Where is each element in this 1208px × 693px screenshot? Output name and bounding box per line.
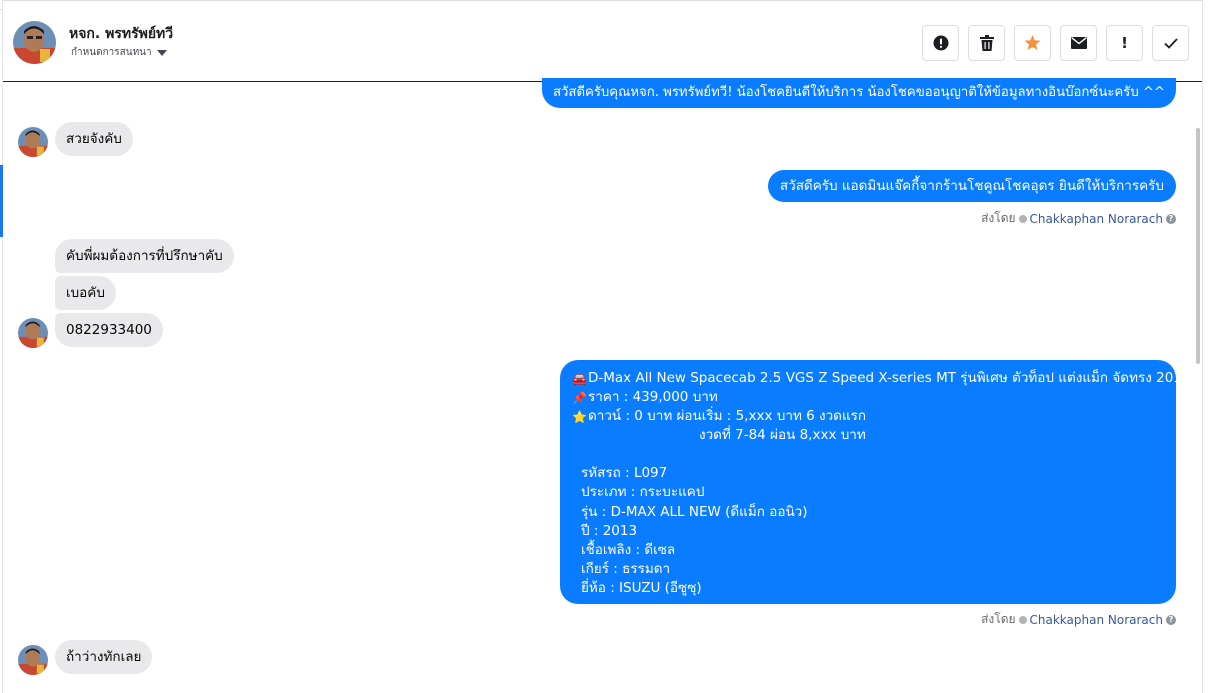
incoming-message[interactable]: สวยจังคับ	[55, 122, 133, 156]
card-down-line: ⭐ ดาวน์ : 0 บาท ผ่อนเริ่ม : 5,xxx บาท 6 ง…	[572, 407, 1164, 426]
sender-name[interactable]: Chakkaphan Norarach	[1030, 212, 1163, 226]
caret-down-icon	[156, 49, 167, 56]
outgoing-message[interactable]: สวัสดีครับคุณหจก. พรทรัพย์ทวี! น้องโชคยิ…	[541, 78, 1176, 108]
card-down2: งวดที่ 7-84 ผ่อน 8,xxx บาท	[699, 427, 866, 444]
car-icon: 🚘	[572, 371, 587, 386]
help-icon[interactable]: ?	[1166, 614, 1176, 625]
star-button[interactable]	[1014, 25, 1051, 61]
verified-icon	[1018, 214, 1027, 223]
card-type: ประเภท : กระบะแคป	[581, 484, 705, 501]
mark-important-button[interactable]: !	[1106, 25, 1143, 61]
sender-avatar[interactable]	[18, 318, 48, 348]
incoming-message[interactable]: เบอคับ	[55, 276, 116, 310]
check-icon	[1163, 37, 1178, 49]
contact-name[interactable]: หจก. พรทรัพย์ทวี	[69, 23, 173, 45]
help-icon[interactable]: ?	[1166, 213, 1176, 224]
report-icon	[933, 35, 948, 51]
outgoing-message[interactable]: สวัสดีครับ แอดมินแจ๊คกี้จากร้านโชคูณโชคอ…	[767, 170, 1176, 202]
sender-name[interactable]: Chakkaphan Norarach	[1030, 613, 1163, 627]
active-indicator	[0, 165, 3, 237]
contact-avatar[interactable]	[13, 21, 56, 64]
card-price-line: 📌 ราคา : 439,000 บาท	[572, 388, 1164, 407]
assign-conversation-dropdown[interactable]: กำหนดการสนทนา	[71, 45, 167, 60]
card-fuel: เชื้อเพลิง : ดีเซล	[581, 541, 676, 558]
card-spacer	[572, 445, 1164, 464]
sent-by-prefix: ส่งโดย	[981, 211, 1016, 225]
incoming-message[interactable]: คับพี่ผมต้องการที่ปรึกษาคับ	[55, 239, 234, 273]
report-button[interactable]	[922, 25, 959, 61]
mark-done-button[interactable]	[1152, 25, 1189, 61]
card-brand: ยี่ห้อ : ISUZU (อีซูซุ)	[581, 579, 702, 596]
header-actions: !	[922, 25, 1189, 61]
card-title: D-Max All New Spacecab 2.5 VGS Z Speed X…	[588, 370, 1191, 386]
delete-button[interactable]	[968, 25, 1005, 61]
conversation-header: หจก. พรทรัพย์ทวี กำหนดการสนทนา !	[3, 0, 1202, 82]
card-year: ปี : 2013	[581, 522, 638, 539]
star-icon	[1024, 35, 1041, 51]
sent-by-prefix: ส่งโดย	[981, 612, 1016, 626]
incoming-message[interactable]: 0822933400	[55, 313, 163, 347]
pushpin-icon: 📌	[572, 390, 587, 405]
card-code: รหัสรถ : L097	[581, 465, 668, 482]
trash-icon	[979, 35, 994, 51]
chat-scrollbar[interactable]	[1196, 128, 1200, 364]
card-title-line: 🚘 D-Max All New Spacecab 2.5 VGS Z Speed …	[572, 369, 1190, 388]
sender-avatar[interactable]	[18, 127, 48, 157]
right-border	[1202, 0, 1203, 693]
chat-window: หจก. พรทรัพย์ทวี กำหนดการสนทนา ! สวัสดีค…	[0, 0, 1208, 693]
incoming-message[interactable]: ถ้าว่างทักเลย	[55, 640, 153, 674]
mail-icon	[1070, 37, 1087, 49]
card-gear: เกียร์ : ธรรมดา	[581, 560, 671, 577]
left-border	[2, 0, 3, 693]
card-price: ราคา : 439,000 บาท	[588, 389, 718, 406]
sent-by-label: ส่งโดย Chakkaphan Norarach ?	[981, 610, 1176, 629]
assign-label: กำหนดการสนทนา	[71, 47, 152, 58]
card-down: ดาวน์ : 0 บาท ผ่อนเริ่ม : 5,xxx บาท 6 งว…	[588, 408, 867, 425]
sent-by-label: ส่งโดย Chakkaphan Norarach ?	[981, 209, 1176, 228]
verified-icon	[1018, 615, 1027, 624]
exclamation-icon: !	[1121, 34, 1128, 52]
mail-button[interactable]	[1060, 25, 1097, 61]
sender-avatar[interactable]	[18, 645, 48, 675]
card-model: รุ่น : D-MAX ALL NEW (ดีแม็ก ออนิว)	[581, 503, 808, 520]
star-emoji-icon: ⭐	[572, 409, 587, 424]
vehicle-listing-message[interactable]: 🚘 D-Max All New Spacecab 2.5 VGS Z Speed …	[560, 360, 1190, 604]
